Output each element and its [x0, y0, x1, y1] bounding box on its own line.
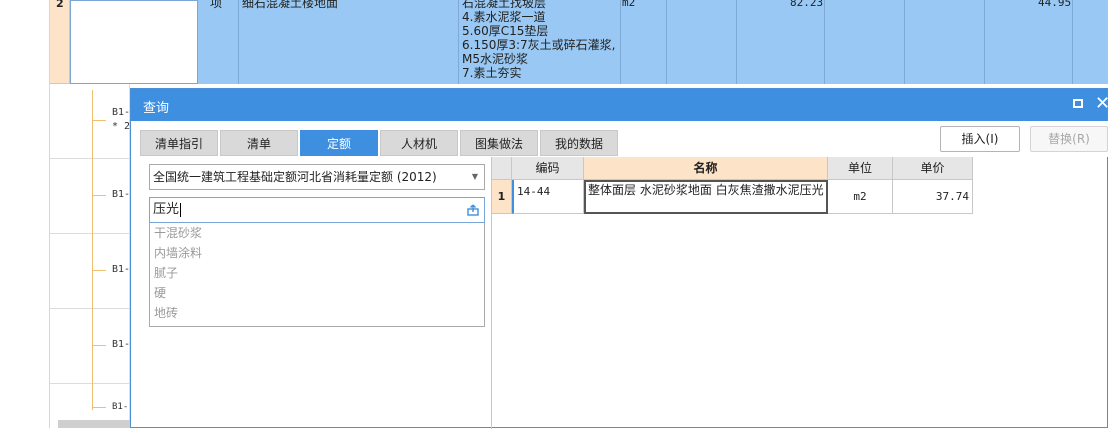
grid-line: [736, 0, 737, 84]
dialog-title: 查询: [143, 101, 170, 116]
sheet-lower-area: [50, 84, 130, 428]
column-header-name[interactable]: 名称: [584, 157, 828, 180]
tree-code[interactable]: B1- * 2: [112, 106, 130, 134]
grid-line: [50, 383, 130, 384]
cell-unit[interactable]: m2: [828, 180, 893, 214]
grid-line: [666, 0, 667, 84]
search-history-list: 干混砂浆 内墙涂料 腻子 硬 地砖: [149, 223, 485, 327]
grid-line: [620, 0, 621, 84]
grid-line: [458, 0, 459, 84]
grid-line: [1072, 0, 1073, 84]
sheet-amount: 44.95: [1038, 0, 1072, 9]
column-header-price[interactable]: 单价: [893, 157, 973, 180]
maximize-icon[interactable]: [1073, 99, 1083, 108]
cell-code[interactable]: 14-44: [512, 180, 584, 214]
grid-line: [238, 0, 239, 84]
tree-connector: [92, 90, 93, 410]
search-input[interactable]: 压光: [149, 197, 485, 223]
sheet-desc-line: 4.素水泥浆一道: [462, 10, 546, 24]
sheet-desc-line: 5.60厚C15垫层: [462, 24, 549, 38]
sheet-quantity: 82.23: [790, 0, 824, 9]
sheet-desc-line: 6.150厚3:7灰土或碎石灌浆,: [462, 38, 616, 52]
sheet-left-strip: [0, 0, 50, 428]
sheet-item-name: 细石混凝土楼地面: [242, 0, 339, 10]
sheet-unit: m2: [622, 0, 636, 9]
tree-connector: [92, 195, 106, 196]
quota-library-value: 全国统一建筑工程基础定额河北省消耗量定额 (2012): [153, 170, 437, 184]
grid-line: [50, 233, 130, 234]
tab-atlas-method[interactable]: 图集做法: [460, 130, 538, 156]
column-header-code[interactable]: 编码: [512, 157, 584, 180]
grid-line: [50, 158, 130, 159]
history-item[interactable]: 硬: [150, 283, 484, 303]
grid-corner: [492, 157, 512, 180]
tree-code[interactable]: B1-: [112, 400, 128, 414]
sheet-selected-cell[interactable]: [70, 0, 198, 84]
tree-code[interactable]: B1-: [112, 263, 130, 277]
dropdown-arrow-icon[interactable]: ▼: [472, 165, 478, 189]
sheet-desc-line: M5水泥砂浆: [462, 52, 528, 66]
grid-line: [50, 308, 130, 309]
tab-list-guide[interactable]: 清单指引: [140, 130, 218, 156]
tab-quota[interactable]: 定额: [300, 130, 378, 156]
tab-list[interactable]: 清单: [220, 130, 298, 156]
close-icon[interactable]: ✕: [1095, 92, 1108, 116]
replace-button[interactable]: 替换(R): [1030, 126, 1108, 152]
search-icon[interactable]: [467, 204, 479, 216]
column-header-unit[interactable]: 单位: [828, 157, 893, 180]
text-caret: [180, 202, 182, 217]
search-pane: 全国统一建筑工程基础定额河北省消耗量定额 (2012) ▼ 压光 干混砂浆 内墙…: [131, 157, 492, 429]
insert-button[interactable]: 插入(I): [940, 126, 1020, 152]
tree-code[interactable]: B1-: [112, 338, 130, 352]
cell-name[interactable]: 整体面层 水泥砂浆地面 白灰焦渣撒水泥压光: [584, 180, 828, 214]
horizontal-scrollbar[interactable]: [58, 420, 130, 428]
grid-line: [824, 0, 825, 84]
sheet-unit-word: 项: [210, 0, 223, 10]
tree-connector: [92, 345, 106, 346]
tab-my-data[interactable]: 我的数据: [540, 130, 618, 156]
tab-labor-material-machine[interactable]: 人材机: [380, 130, 458, 156]
sheet-highlighted-row[interactable]: [198, 0, 1108, 84]
tree-connector: [92, 120, 106, 121]
sheet-row-number[interactable]: 2: [50, 0, 70, 84]
search-input-value: 压光: [153, 202, 180, 217]
tree-connector: [92, 270, 106, 271]
sheet-desc-line: 石混凝土找坡层: [462, 0, 547, 10]
history-item[interactable]: 腻子: [150, 263, 484, 283]
sheet-desc-line: 7.素土夯实: [462, 66, 522, 80]
dialog-titlebar[interactable]: 查询 ✕: [131, 89, 1108, 121]
history-item[interactable]: 内墙涂料: [150, 243, 484, 263]
query-dialog: 查询 ✕ 清单指引 清单 定额 人材机 图集做法 我的数据 插入(I) 替换(R…: [130, 88, 1108, 429]
tree-code[interactable]: B1-: [112, 188, 130, 202]
cell-price[interactable]: 37.74: [893, 180, 973, 214]
grid-line: [984, 0, 985, 84]
tree-connector: [92, 407, 106, 408]
grid-line: [904, 0, 905, 84]
history-item[interactable]: 干混砂浆: [150, 223, 484, 243]
row-number[interactable]: 1: [492, 180, 512, 214]
quota-library-select[interactable]: 全国统一建筑工程基础定额河北省消耗量定额 (2012) ▼: [149, 164, 485, 190]
history-item[interactable]: 地砖: [150, 303, 484, 323]
